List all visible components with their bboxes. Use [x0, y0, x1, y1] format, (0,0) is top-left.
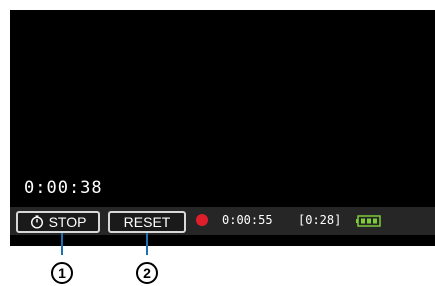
rec-dot-icon: [196, 214, 208, 226]
reset-button[interactable]: RESET: [108, 211, 186, 233]
callout-number-2: 2: [136, 262, 158, 284]
remaining-time: [0:28]: [298, 213, 342, 227]
callout-line-stop: [61, 233, 63, 255]
callout-line-reset: [146, 233, 148, 255]
elapsed-time: 0:00:38: [24, 178, 103, 198]
stop-label: STOP: [48, 214, 87, 230]
battery-icon: [356, 215, 381, 227]
stop-button[interactable]: STOP: [16, 211, 100, 233]
reset-label: RESET: [123, 214, 171, 230]
timer-icon: [30, 215, 43, 229]
recording-time: 0:00:55: [222, 213, 273, 227]
page: 0:00:38 STOP RESET 0:00:55 [0:28] 1 2: [0, 0, 435, 286]
callout-number-1: 1: [51, 262, 73, 284]
top-margin: [0, 0, 435, 10]
